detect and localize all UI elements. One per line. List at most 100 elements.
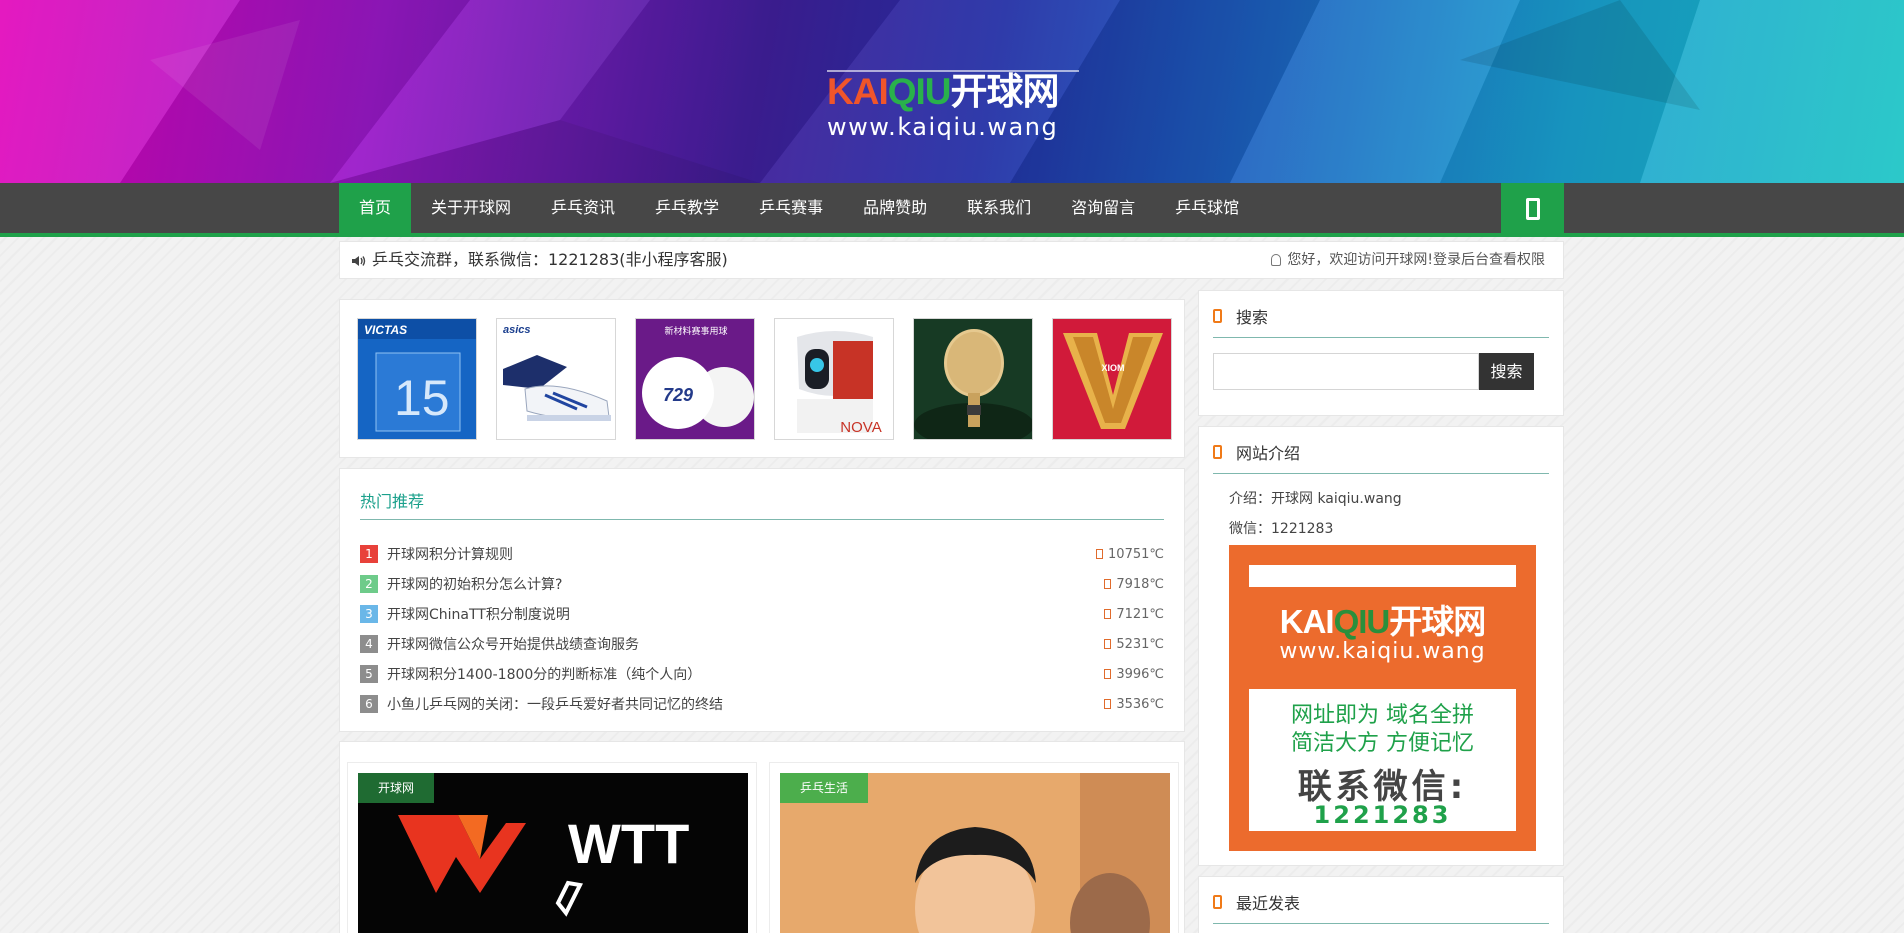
729-balls-image: 新材料赛事用球 729 — [636, 319, 754, 439]
welcome-message: 您好，欢迎访问开球网!登录后台查看权限 — [1271, 242, 1545, 278]
view-count: 7918℃ — [1116, 576, 1164, 592]
view-count: 3536℃ — [1116, 696, 1164, 712]
product-asics-shoes[interactable]: asics — [496, 318, 616, 440]
nav-item-venues[interactable]: 乒乓球馆 — [1155, 183, 1259, 233]
logo-part-chinese: 开球网 — [950, 71, 1060, 112]
hot-item-views: 3996℃ — [1104, 667, 1164, 682]
bookmark-icon — [1213, 895, 1222, 909]
intro-widget-divider — [1213, 473, 1549, 474]
hot-list-item[interactable]: 3 开球网ChinaTT积分制度说明 7121℃ — [360, 599, 1164, 629]
post-category-badge[interactable]: 开球网 — [358, 773, 435, 803]
balls-label: 新材料赛事用球 — [664, 325, 727, 337]
product-729-balls[interactable]: 新材料赛事用球 729 — [635, 318, 755, 440]
hot-item-views: 3536℃ — [1104, 697, 1164, 712]
hot-item-title[interactable]: 小鱼儿乒乓网的关闭：一段乒乓爱好者共同记忆的终结 — [387, 694, 1104, 714]
flame-icon — [1104, 638, 1112, 649]
hot-list-item[interactable]: 4 开球网微信公众号开始提供战绩查询服务 5231℃ — [360, 629, 1164, 659]
promo-poster-card: KAIQIU开球网 www.kaiqiu.wang 网址即为 域名全拼 简洁大方… — [1249, 565, 1516, 831]
logo-part-kai: KAI — [827, 71, 889, 112]
view-count: 7121℃ — [1116, 606, 1164, 622]
nav-item-home[interactable]: 首页 — [339, 183, 412, 233]
hot-recommendations: 热门推荐 1 开球网积分计算规则 10751℃ 2 开球网的初始积分怎么计算? 7918℃… — [339, 468, 1185, 732]
promo-poster[interactable]: KAIQIU开球网 www.kaiqiu.wang 网址即为 域名全拼 简洁大方… — [1229, 545, 1536, 851]
product-nova-robot[interactable]: NOVA — [774, 318, 894, 440]
search-input[interactable] — [1213, 353, 1479, 390]
bookmark-icon — [1213, 309, 1222, 323]
post-card[interactable]: 开球网 WTT — [347, 762, 757, 933]
hot-item-title[interactable]: 开球网积分1400-1800分的判断标准（纯个人向） — [387, 664, 1104, 684]
view-count: 10751℃ — [1108, 546, 1164, 562]
nova-robot-image: NOVA — [775, 319, 893, 439]
flame-icon — [1104, 578, 1112, 589]
recent-widget-title: 最近发表 — [1236, 894, 1301, 913]
post-grid: 开球网 WTT 乒乓生活 — [339, 741, 1185, 933]
nav-item-news[interactable]: 乒乓资讯 — [531, 183, 635, 233]
header-banner: KAIQIU开球网 www.kaiqiu.wang — [0, 0, 1904, 183]
recent-widget-header: 最近发表 — [1213, 890, 1300, 914]
hot-item-views: 7918℃ — [1104, 577, 1164, 592]
hot-list-item[interactable]: 2 开球网的初始积分怎么计算? 7918℃ — [360, 569, 1164, 599]
notice-text: 乒乓交流群，联系微信：1221283(非小程序客服) — [372, 250, 728, 269]
product-victas-rubber[interactable]: VICTAS 15 — [357, 318, 477, 440]
user-icon — [1271, 254, 1282, 266]
hot-list-item[interactable]: 1 开球网积分计算规则 10751℃ — [360, 539, 1164, 569]
promo-logo: KAIQIU开球网 — [1249, 595, 1516, 643]
hot-list-item[interactable]: 5 开球网积分1400-1800分的判断标准（纯个人向） 3996℃ — [360, 659, 1164, 689]
nav-item-teaching[interactable]: 乒乓教学 — [635, 183, 739, 233]
mobile-menu-button[interactable] — [1501, 183, 1564, 234]
blade-image — [914, 319, 1032, 439]
flame-icon — [1104, 668, 1112, 679]
victas-number: 15 — [394, 370, 450, 426]
product-blade[interactable] — [913, 318, 1033, 440]
rank-badge: 3 — [360, 605, 378, 623]
search-widget-title: 搜索 — [1236, 308, 1269, 327]
nav-item-about[interactable]: 关于开球网 — [411, 183, 531, 233]
promo-logo-qiu: QIU — [1333, 603, 1391, 640]
hot-item-title[interactable]: 开球网微信公众号开始提供战绩查询服务 — [387, 634, 1104, 654]
hot-item-title[interactable]: 开球网积分计算规则 — [387, 544, 1096, 564]
flame-icon — [1096, 548, 1104, 559]
nav-item-guestbook[interactable]: 咨询留言 — [1051, 183, 1155, 233]
xiom-rubber-image: XIOM — [1053, 319, 1171, 439]
intro-widget-title: 网站介绍 — [1236, 444, 1301, 463]
rank-badge: 1 — [360, 545, 378, 563]
site-logo[interactable]: KAIQIU开球网 www.kaiqiu.wang — [827, 70, 1079, 148]
hot-list-item[interactable]: 6 小鱼儿乒乓网的关闭：一段乒乓爱好者共同记忆的终结 3536℃ — [360, 689, 1164, 719]
hot-section-divider — [360, 519, 1164, 520]
hot-item-title[interactable]: 开球网的初始积分怎么计算? — [387, 574, 1104, 594]
balls-brand: 729 — [663, 385, 693, 405]
nav-item-contact[interactable]: 联系我们 — [947, 183, 1051, 233]
speaker-icon — [352, 255, 366, 266]
hot-list: 1 开球网积分计算规则 10751℃ 2 开球网的初始积分怎么计算? 7918℃ 3 开球网C… — [360, 539, 1164, 719]
hot-item-views: 5231℃ — [1104, 637, 1164, 652]
intro-widget-header: 网站介绍 — [1213, 440, 1300, 464]
hot-item-views: 10751℃ — [1096, 547, 1164, 562]
logo-wordmark: KAIQIU开球网 — [827, 72, 1079, 112]
flame-icon — [1104, 608, 1112, 619]
logo-part-qiu: QIU — [887, 71, 952, 112]
hot-section-title: 热门推荐 — [360, 492, 425, 511]
victas-rubber-image: VICTAS 15 — [358, 319, 476, 439]
nav-item-sponsors[interactable]: 品牌赞助 — [843, 183, 947, 233]
post-category-badge[interactable]: 乒乓生活 — [780, 773, 869, 803]
notice-bar: 乒乓交流群，联系微信：1221283(非小程序客服) 您好，欢迎访问开球网!登录… — [339, 241, 1564, 279]
search-widget-header: 搜索 — [1213, 304, 1268, 328]
mobile-icon — [1525, 197, 1540, 220]
product-xiom-rubber[interactable]: XIOM — [1052, 318, 1172, 440]
product-carousel: VICTAS 15 asics 新材料赛事用球 729 NOVA XIOM — [339, 299, 1185, 458]
logo-divider — [827, 70, 1079, 72]
search-widget: 搜索 搜索 — [1198, 290, 1564, 416]
main-nav: 首页 关于开球网 乒乓资讯 乒乓教学 乒乓赛事 品牌赞助 联系我们 咨询留言 乒… — [339, 183, 1564, 236]
rank-badge: 2 — [360, 575, 378, 593]
nav-item-events[interactable]: 乒乓赛事 — [739, 183, 843, 233]
promo-slogan-2: 简洁大方 方便记忆 — [1291, 731, 1474, 756]
flame-icon — [1104, 698, 1112, 709]
logo-url: www.kaiqiu.wang — [827, 113, 1059, 141]
view-count: 3996℃ — [1116, 666, 1164, 682]
post-card[interactable]: 乒乓生活 — [769, 762, 1179, 933]
search-button[interactable]: 搜索 — [1479, 353, 1534, 390]
hot-item-title[interactable]: 开球网ChinaTT积分制度说明 — [387, 604, 1104, 624]
promo-logo-kai: KAI — [1279, 603, 1335, 640]
rank-badge: 6 — [360, 695, 378, 713]
recent-widget-divider — [1213, 923, 1549, 924]
